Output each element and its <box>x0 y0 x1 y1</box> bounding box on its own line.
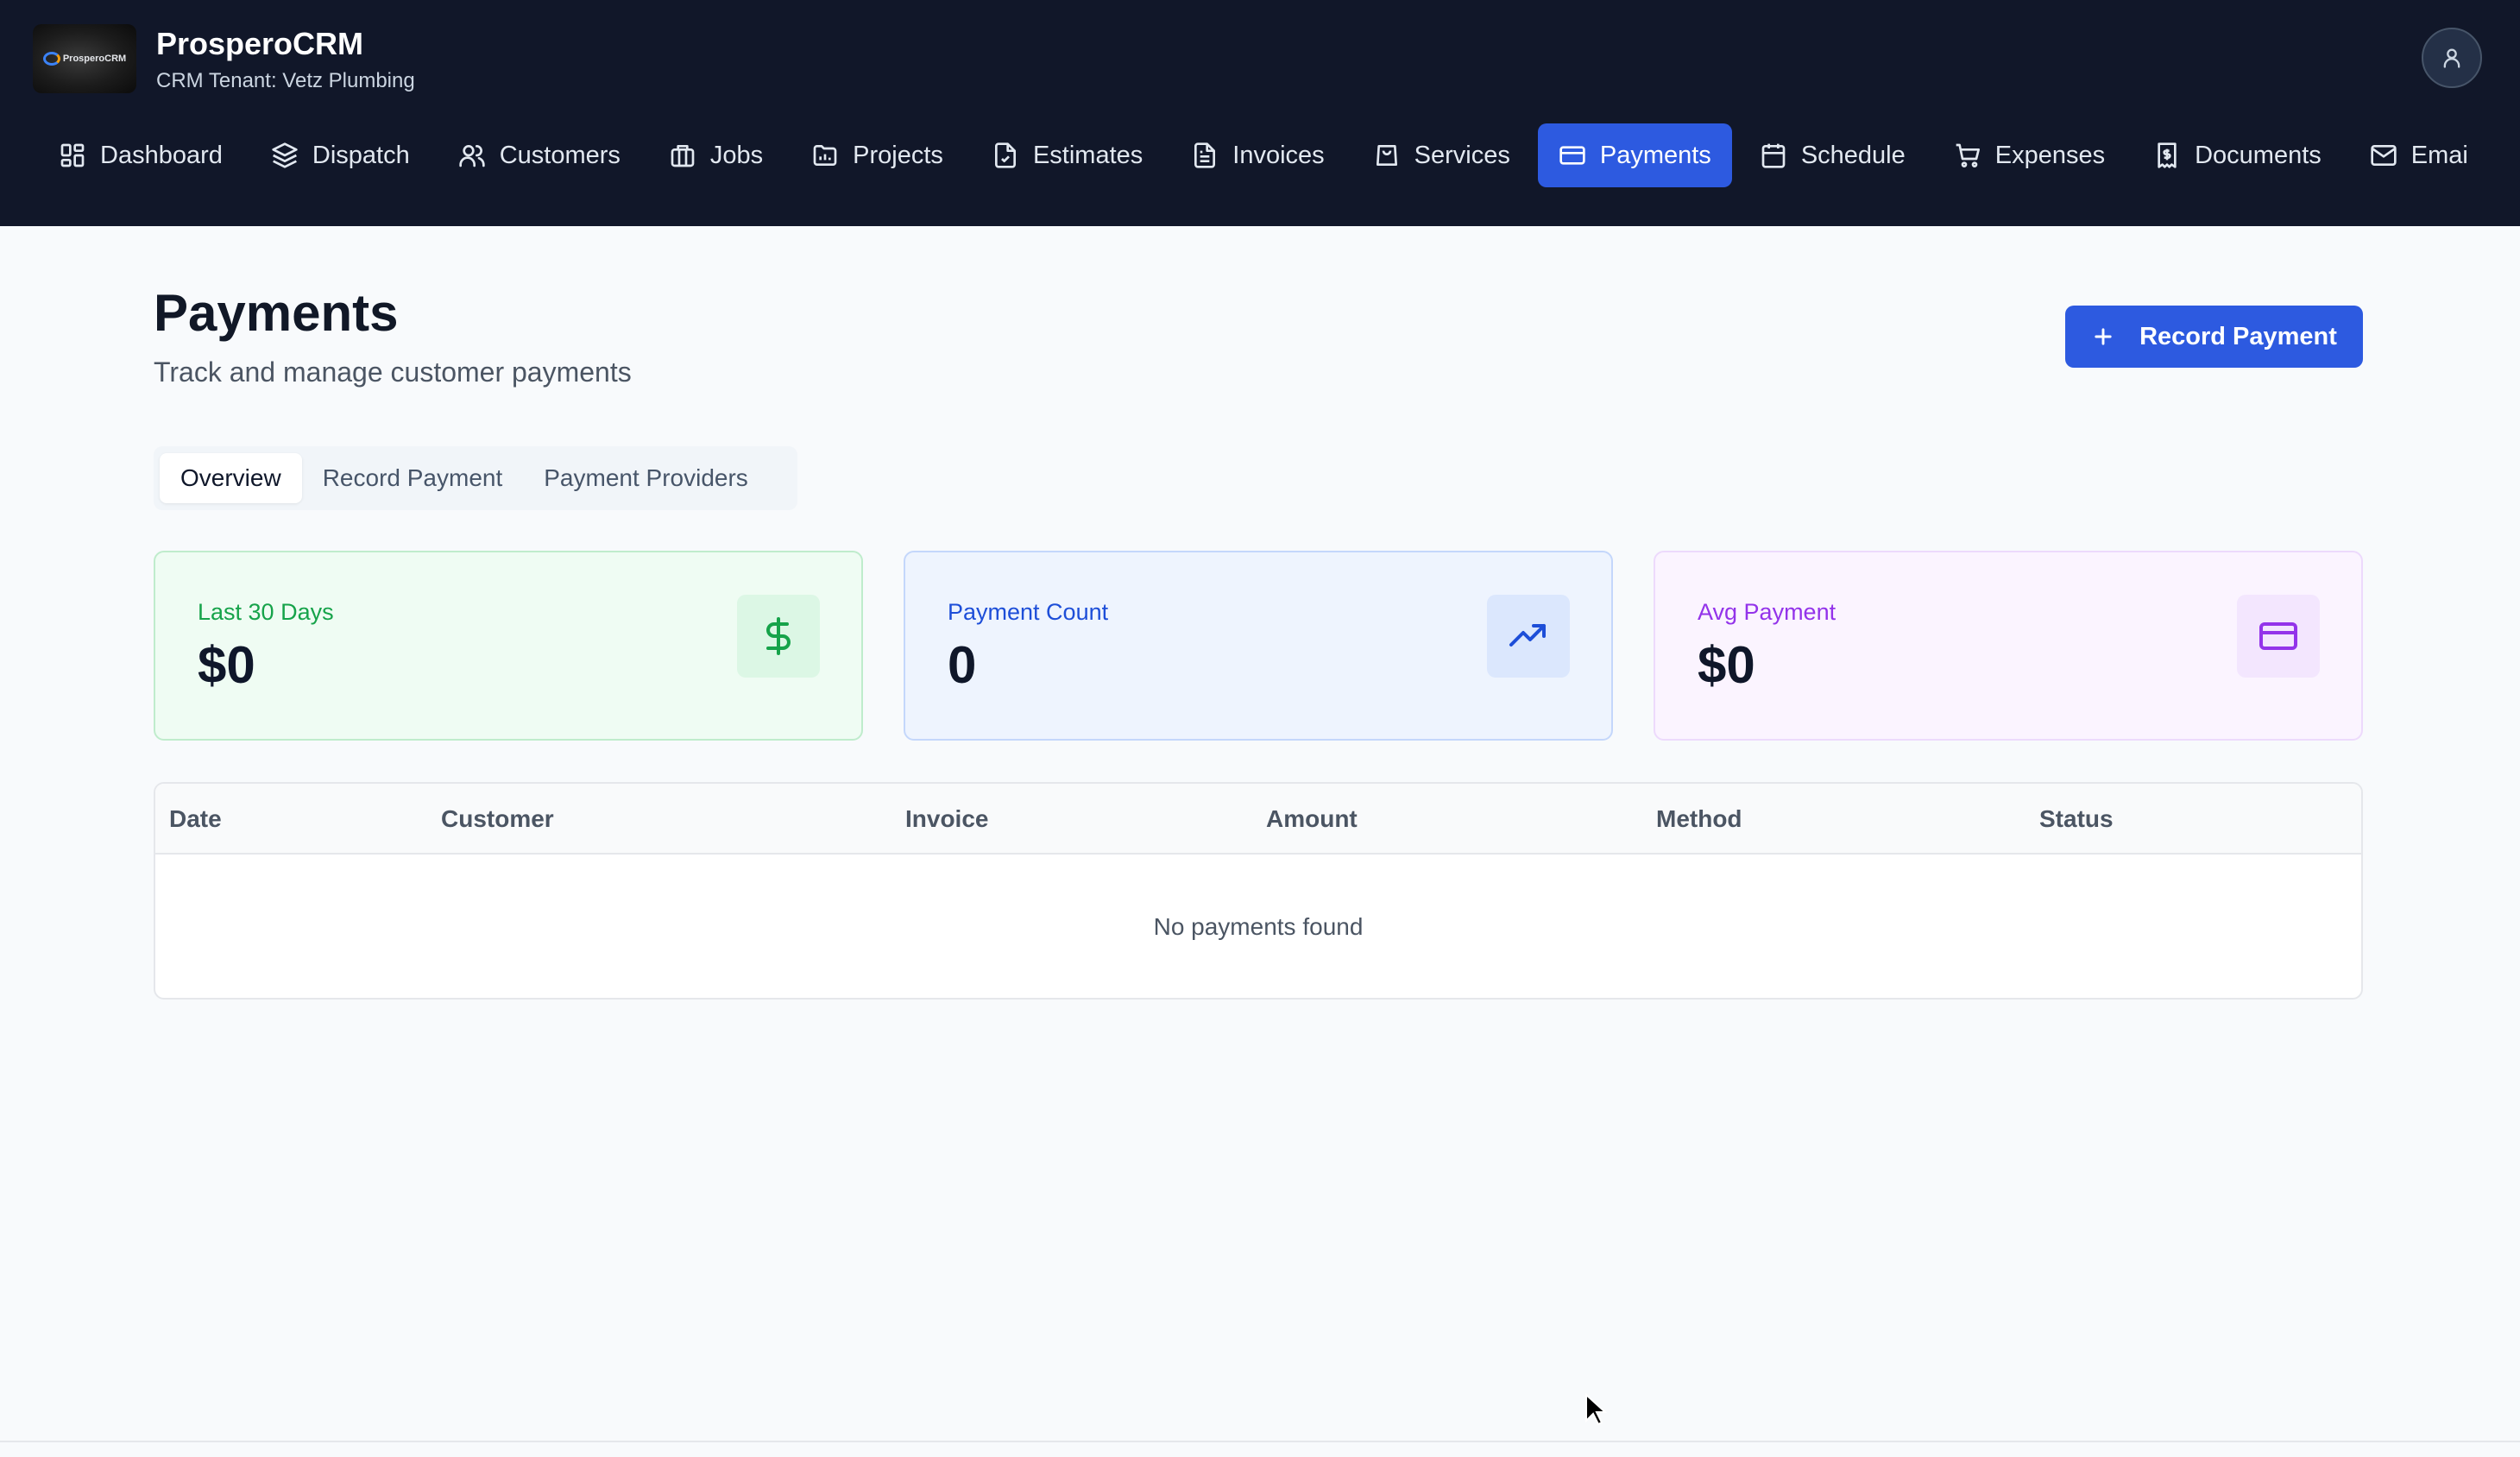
nav-estimates[interactable]: Estimates <box>971 123 1163 187</box>
top-bar: ProsperoCRM ProsperoCRM CRM Tenant: Vetz… <box>0 0 2520 226</box>
plus-icon <box>2095 328 2112 345</box>
nav-documents[interactable]: Documents <box>2133 123 2342 187</box>
page-subtitle: Track and manage customer payments <box>154 356 632 388</box>
layers-icon <box>272 142 298 168</box>
nav-schedule-label: Schedule <box>1800 141 1906 169</box>
shopping-bag-icon <box>1376 145 1397 166</box>
nav-schedule[interactable]: Schedule <box>1739 123 1926 187</box>
nav-customers[interactable]: Customers <box>438 123 641 187</box>
column-header-date[interactable]: Date <box>169 805 222 833</box>
nav-jobs-label: Jobs <box>709 141 764 169</box>
app-name: ProsperoCRM <box>156 26 364 61</box>
tab-payment-providers[interactable]: Payment Providers <box>523 453 769 503</box>
record-payment-button[interactable]: Record Payment <box>2065 306 2363 368</box>
stat-card-last-30-days: Last 30 Days $0 <box>154 551 863 741</box>
credit-card-icon <box>1559 146 1585 165</box>
tab-overview[interactable]: Overview <box>160 453 302 503</box>
nav-jobs[interactable]: Jobs <box>648 123 784 187</box>
column-header-amount[interactable]: Amount <box>1266 805 1358 833</box>
column-header-status[interactable]: Status <box>2039 805 2114 833</box>
company-logo[interactable]: ProsperoCRM <box>33 24 136 93</box>
nav-email[interactable]: Emai <box>2349 123 2489 187</box>
payments-table: Date Customer Invoice Amount Method Stat… <box>154 782 2363 1000</box>
user-icon <box>2443 48 2460 68</box>
nav-projects-label: Projects <box>853 141 943 169</box>
tab-record-payment[interactable]: Record Payment <box>302 453 524 503</box>
stat-label: Last 30 Days <box>198 599 334 625</box>
mouse-cursor-icon <box>1585 1393 1607 1426</box>
nav-dashboard-label: Dashboard <box>100 141 223 169</box>
column-header-invoice[interactable]: Invoice <box>905 805 988 833</box>
file-check-icon <box>994 142 1016 168</box>
stat-value: 0 <box>948 636 977 694</box>
calendar-icon <box>1761 143 1786 168</box>
trending-up-icon <box>1487 595 1570 678</box>
column-header-customer[interactable]: Customer <box>441 805 554 833</box>
nav-dispatch[interactable]: Dispatch <box>250 123 431 187</box>
table-header: Date Customer Invoice Amount Method Stat… <box>155 784 2361 855</box>
nav-estimates-label: Estimates <box>1032 141 1143 169</box>
record-payment-button-label: Record Payment <box>2139 322 2337 350</box>
dashboard-icon <box>60 143 85 167</box>
empty-state-message: No payments found <box>1153 913 1364 940</box>
stat-card-avg-payment: Avg Payment $0 <box>1654 551 2363 741</box>
dollar-icon <box>737 595 820 678</box>
logo-text: ProsperoCRM <box>62 54 127 64</box>
user-avatar-button[interactable] <box>2422 28 2482 88</box>
nav-invoices[interactable]: Invoices <box>1170 123 1345 187</box>
nav-projects[interactable]: Projects <box>791 123 964 187</box>
nav-customers-label: Customers <box>499 141 621 169</box>
stat-label: Avg Payment <box>1698 599 1836 625</box>
nav-payments[interactable]: Payments <box>1537 123 1732 187</box>
column-header-method[interactable]: Method <box>1656 805 1742 833</box>
briefcase-icon <box>671 145 695 167</box>
nav-dispatch-label: Dispatch <box>312 141 410 169</box>
folder-chart-icon <box>813 145 837 166</box>
nav-services[interactable]: Services <box>1352 123 1531 187</box>
payments-tabs: Overview Record Payment Payment Provider… <box>154 446 797 510</box>
nav-expenses-label: Expenses <box>1994 141 2106 169</box>
nav-dashboard[interactable]: Dashboard <box>38 123 243 187</box>
footer-divider <box>0 1441 2520 1442</box>
logo-mark-icon <box>42 52 60 66</box>
credit-card-icon <box>2237 595 2320 678</box>
nav-documents-label: Documents <box>2195 141 2322 169</box>
tenant-label: CRM Tenant: Vetz Plumbing <box>156 69 415 92</box>
nav-services-label: Services <box>1414 141 1510 169</box>
receipt-icon <box>2158 142 2177 168</box>
stat-value: $0 <box>1698 636 1755 694</box>
nav-expenses[interactable]: Expenses <box>1933 123 2126 187</box>
nav-email-label: Emai <box>2410 141 2468 169</box>
nav-invoices-label: Invoices <box>1232 141 1325 169</box>
file-text-icon <box>1194 142 1216 168</box>
stat-card-payment-count: Payment Count 0 <box>904 551 1613 741</box>
main-nav: Dashboard Dispatch Customers Jobs Projec… <box>38 123 2489 187</box>
shopping-cart-icon <box>1956 143 1980 167</box>
stat-value: $0 <box>198 636 255 694</box>
users-icon <box>459 145 485 167</box>
stat-label: Payment Count <box>948 599 1109 625</box>
mail-icon <box>2371 145 2397 166</box>
nav-payments-label: Payments <box>1599 141 1711 169</box>
page-title: Payments <box>154 284 399 342</box>
